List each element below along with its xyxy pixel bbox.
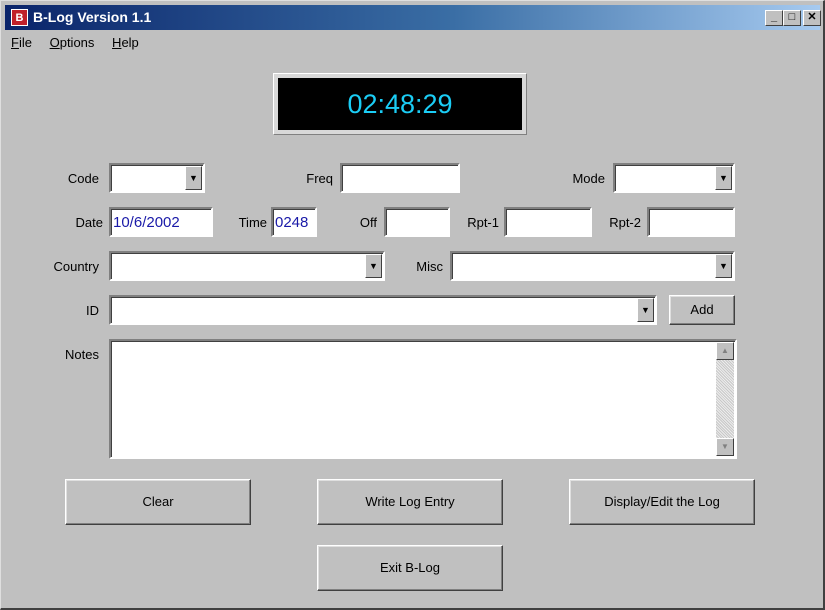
title-bar[interactable]: B B-Log Version 1.1 _ □ ✕ (5, 5, 821, 30)
country-combo[interactable]: ▼ (109, 251, 385, 281)
rpt1-label: Rpt-1 (467, 215, 499, 230)
time-label: Time (238, 215, 267, 230)
country-label: Country (53, 259, 99, 274)
scroll-down-icon[interactable]: ▼ (716, 438, 734, 456)
menu-bar: File Options Help (5, 35, 147, 55)
id-combo[interactable]: ▼ (109, 295, 657, 325)
off-field[interactable] (384, 207, 450, 237)
code-combo[interactable]: ▼ (109, 163, 205, 193)
clock-display: 02:48:29 (273, 73, 527, 135)
rpt2-label: Rpt-2 (609, 215, 641, 230)
country-dropdown-icon[interactable]: ▼ (365, 254, 382, 278)
maximize-button[interactable]: □ (783, 10, 801, 26)
add-button[interactable]: Add (669, 295, 735, 325)
menu-file[interactable]: File (11, 35, 32, 50)
clear-button[interactable]: Clear (65, 479, 251, 525)
menu-help[interactable]: Help (112, 35, 139, 50)
off-label: Off (359, 215, 377, 230)
date-field[interactable]: 10/6/2002 (109, 207, 213, 237)
mode-combo[interactable]: ▼ (613, 163, 735, 193)
window-title: B-Log Version 1.1 (33, 9, 152, 25)
mode-label: Mode (572, 171, 605, 186)
freq-field[interactable] (340, 163, 460, 193)
app-window: B B-Log Version 1.1 _ □ ✕ File Options H… (0, 0, 825, 610)
close-button[interactable]: ✕ (803, 10, 821, 26)
exit-button[interactable]: Exit B-Log (317, 545, 503, 591)
freq-label: Freq (306, 171, 333, 186)
notes-label: Notes (65, 347, 99, 362)
id-dropdown-icon[interactable]: ▼ (637, 298, 654, 322)
write-log-entry-button[interactable]: Write Log Entry (317, 479, 503, 525)
id-label: ID (86, 303, 99, 318)
notes-textarea[interactable]: ▲ ▼ (109, 339, 737, 459)
minimize-button[interactable]: _ (765, 10, 783, 26)
time-field[interactable]: 0248 (271, 207, 317, 237)
code-dropdown-icon[interactable]: ▼ (185, 166, 202, 190)
rpt1-field[interactable] (504, 207, 592, 237)
scroll-up-icon[interactable]: ▲ (716, 342, 734, 360)
rpt2-field[interactable] (647, 207, 735, 237)
app-icon[interactable]: B (11, 9, 28, 26)
misc-label: Misc (416, 259, 443, 274)
clock-time: 02:48:29 (278, 78, 522, 130)
date-label: Date (75, 215, 103, 230)
notes-scrollbar[interactable]: ▲ ▼ (716, 342, 734, 456)
menu-options[interactable]: Options (50, 35, 95, 50)
misc-combo[interactable]: ▼ (450, 251, 735, 281)
misc-dropdown-icon[interactable]: ▼ (715, 254, 732, 278)
display-edit-log-button[interactable]: Display/Edit the Log (569, 479, 755, 525)
mode-dropdown-icon[interactable]: ▼ (715, 166, 732, 190)
code-label: Code (67, 171, 99, 186)
